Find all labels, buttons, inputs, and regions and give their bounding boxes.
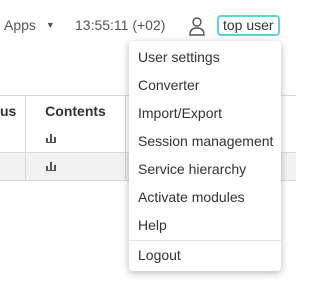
bar-chart-icon[interactable] [46,162,56,171]
user-icon[interactable] [187,15,207,37]
menu-item-converter[interactable]: Converter [129,71,281,99]
menu-item-import-export[interactable]: Import/Export [129,99,281,127]
menu-item-session-management[interactable]: Session management [129,127,281,155]
clock: 13:55:11 (+02) [75,17,166,33]
menu-item-activate-modules[interactable]: Activate modules [129,183,281,211]
apps-menu-button[interactable]: Apps ▼ [4,17,55,33]
table-cell [0,125,26,152]
bar-chart-icon[interactable] [46,134,56,143]
table-cell [26,125,126,152]
user-menu-button[interactable]: top user [217,15,280,36]
user-dropdown-menu: User settings Converter Import/Export Se… [129,41,281,271]
column-header-contents[interactable]: Contents [26,96,126,126]
menu-item-service-hierarchy[interactable]: Service hierarchy [129,155,281,183]
menu-item-user-settings[interactable]: User settings [129,43,281,71]
menu-item-help[interactable]: Help [129,211,281,239]
caret-down-icon: ▼ [45,20,55,30]
table-cell [26,153,126,180]
table-cell [0,153,26,180]
menu-item-logout[interactable]: Logout [129,241,281,269]
apps-label: Apps [4,17,36,33]
column-header-status[interactable]: us [0,96,26,126]
